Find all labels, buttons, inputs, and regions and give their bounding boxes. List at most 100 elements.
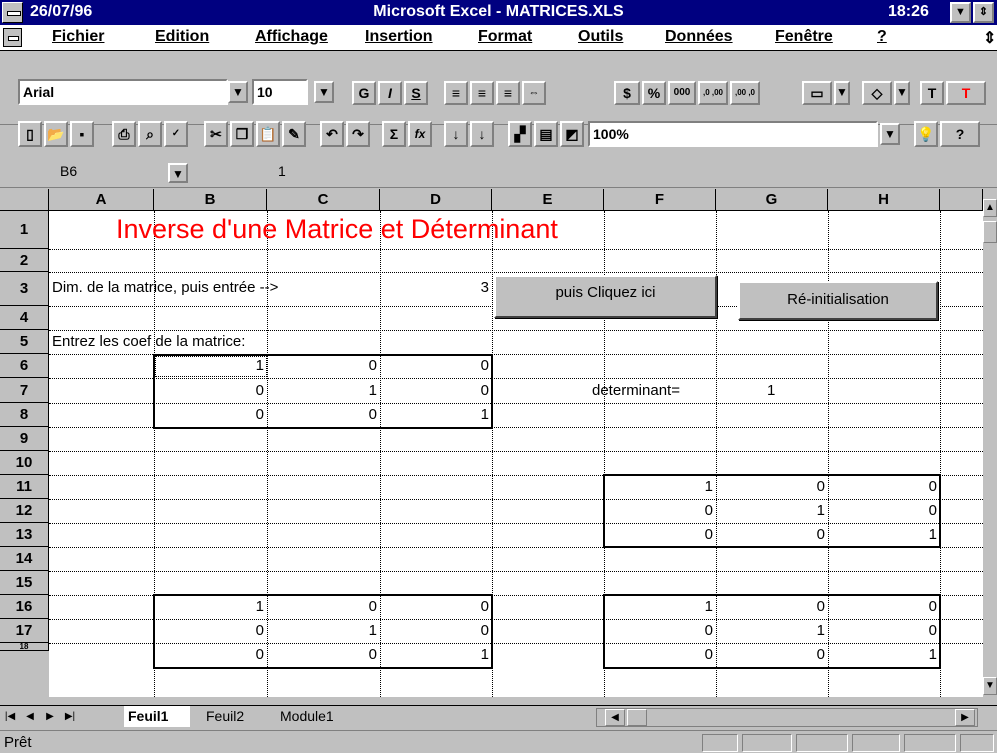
next-sheet-icon[interactable]: ▶	[42, 708, 58, 726]
undo-icon[interactable]: ↶	[320, 121, 344, 147]
menu-outils[interactable]: Outils	[578, 28, 623, 46]
align-right-icon[interactable]: ≡	[496, 81, 520, 105]
formula-input[interactable]: 1	[278, 163, 286, 179]
scroll-right-icon[interactable]: ▶	[955, 709, 975, 726]
function-wizard-button[interactable]: fx	[408, 121, 432, 147]
inverse-cell-h13[interactable]: 1	[828, 526, 940, 543]
font-dropdown[interactable]: ▼	[228, 81, 248, 103]
font-name-box[interactable]: Arial	[18, 79, 228, 105]
col-header-h[interactable]: H	[828, 189, 940, 211]
menu-affichage[interactable]: Affichage	[255, 28, 328, 46]
horizontal-scrollbar[interactable]: ◀ ▶	[596, 708, 978, 727]
menu-fichier[interactable]: Fichier	[52, 28, 104, 46]
text-color-icon[interactable]: T	[920, 81, 944, 105]
input-cell-d7[interactable]: 0	[380, 382, 492, 399]
dim-value[interactable]: 3	[380, 279, 492, 296]
col-header-c[interactable]: C	[267, 189, 380, 211]
row-header-1[interactable]: 1	[0, 211, 49, 249]
align-center-icon[interactable]: ≡	[470, 81, 494, 105]
menu-edition[interactable]: Edition	[155, 28, 209, 46]
name-box-dropdown[interactable]: ▼	[168, 163, 188, 183]
tab-feuil2[interactable]: Feuil2	[202, 706, 268, 727]
format-painter-icon[interactable]: ✎	[282, 121, 306, 147]
check-right-f17[interactable]: 0	[604, 646, 716, 663]
sort-descending-icon[interactable]: ↓	[470, 121, 494, 147]
input-cell-b8[interactable]: 0	[154, 406, 267, 423]
print-icon[interactable]: ⎙	[112, 121, 136, 147]
document-restore-button[interactable]: ⇕	[983, 28, 996, 48]
tip-wizard-icon[interactable]: 💡	[914, 121, 938, 147]
input-cell-c8[interactable]: 0	[267, 406, 380, 423]
row-header-10[interactable]: 10	[0, 451, 49, 475]
row-header-11[interactable]: 11	[0, 475, 49, 499]
copy-icon[interactable]: ❐	[230, 121, 254, 147]
input-cell-d8[interactable]: 1	[380, 406, 492, 423]
redo-icon[interactable]: ↷	[346, 121, 370, 147]
zoom-dropdown[interactable]: ▼	[880, 123, 900, 145]
thousands-button[interactable]: 000	[668, 81, 696, 105]
inverse-cell-g13[interactable]: 0	[716, 526, 828, 543]
inverse-cell-g12[interactable]: 1	[716, 502, 828, 519]
align-left-icon[interactable]: ≡	[444, 81, 468, 105]
fill-color-icon[interactable]: ◇	[862, 81, 892, 105]
row-header-6[interactable]: 6	[0, 354, 49, 378]
new-file-icon[interactable]: ▯	[18, 121, 42, 147]
row-header-12[interactable]: 12	[0, 499, 49, 523]
last-sheet-icon[interactable]: ▶|	[62, 708, 78, 726]
inverse-cell-h11[interactable]: 0	[828, 478, 940, 495]
row-header-4[interactable]: 4	[0, 306, 49, 330]
minimize-button[interactable]: ▼	[950, 2, 971, 23]
row-header-7[interactable]: 7	[0, 378, 49, 403]
bold-button[interactable]: G	[352, 81, 376, 105]
check-right-h15[interactable]: 0	[828, 598, 940, 615]
scroll-up-icon[interactable]: ▲	[983, 199, 997, 217]
col-header-g[interactable]: G	[716, 189, 828, 211]
autosum-button[interactable]: Σ	[382, 121, 406, 147]
print-preview-icon[interactable]: ⌕	[138, 121, 162, 147]
zoom-box[interactable]: 100%	[588, 121, 878, 147]
col-header-f[interactable]: F	[604, 189, 716, 211]
inverse-cell-f11[interactable]: 1	[604, 478, 716, 495]
borders-icon[interactable]: ▭	[802, 81, 832, 105]
tab-feuil1[interactable]: Feuil1	[124, 706, 190, 727]
name-box[interactable]: B6	[60, 163, 156, 183]
row-header-13[interactable]: 13	[0, 523, 49, 547]
inverse-cell-f13[interactable]: 0	[604, 526, 716, 543]
menu-help[interactable]: ?	[877, 28, 887, 46]
check-right-h17[interactable]: 1	[828, 646, 940, 663]
col-header-i[interactable]	[940, 189, 983, 211]
check-left-b16[interactable]: 0	[154, 622, 267, 639]
inverse-cell-f12[interactable]: 0	[604, 502, 716, 519]
input-cell-c7[interactable]: 1	[267, 382, 380, 399]
first-sheet-icon[interactable]: |◀	[2, 708, 18, 726]
check-right-g16[interactable]: 1	[716, 622, 828, 639]
merge-center-icon[interactable]: ⇔	[522, 81, 546, 105]
row-header-2[interactable]: 2	[0, 249, 49, 272]
row-header-3[interactable]: 3	[0, 272, 49, 306]
inverse-cell-h12[interactable]: 0	[828, 502, 940, 519]
check-right-h16[interactable]: 0	[828, 622, 940, 639]
menu-donnees[interactable]: Données	[665, 28, 733, 46]
context-help-button[interactable]: ?	[940, 121, 980, 147]
size-dropdown[interactable]: ▼	[314, 81, 334, 103]
decrease-decimal-button[interactable]: ,00 ,0	[730, 81, 760, 105]
percent-button[interactable]: %	[642, 81, 666, 105]
increase-decimal-button[interactable]: ,0 ,00	[698, 81, 728, 105]
menu-fenetre[interactable]: Fenêtre	[775, 28, 833, 46]
text-box-icon[interactable]: ▤	[534, 121, 558, 147]
italic-button[interactable]: I	[378, 81, 402, 105]
check-left-b15[interactable]: 1	[154, 598, 267, 615]
check-left-c17[interactable]: 0	[267, 646, 380, 663]
input-cell-d6[interactable]: 0	[380, 357, 492, 374]
col-header-d[interactable]: D	[380, 189, 492, 211]
cut-icon[interactable]: ✂	[204, 121, 228, 147]
scroll-left-icon[interactable]: ◀	[605, 709, 625, 726]
font-size-box[interactable]: 10	[252, 79, 308, 105]
input-cell-b7[interactable]: 0	[154, 382, 267, 399]
check-left-c15[interactable]: 0	[267, 598, 380, 615]
check-right-f15[interactable]: 1	[604, 598, 716, 615]
hscroll-thumb[interactable]	[627, 709, 647, 726]
menu-format[interactable]: Format	[478, 28, 532, 46]
check-right-g17[interactable]: 0	[716, 646, 828, 663]
reset-button[interactable]: Ré-initialisation	[738, 281, 938, 320]
